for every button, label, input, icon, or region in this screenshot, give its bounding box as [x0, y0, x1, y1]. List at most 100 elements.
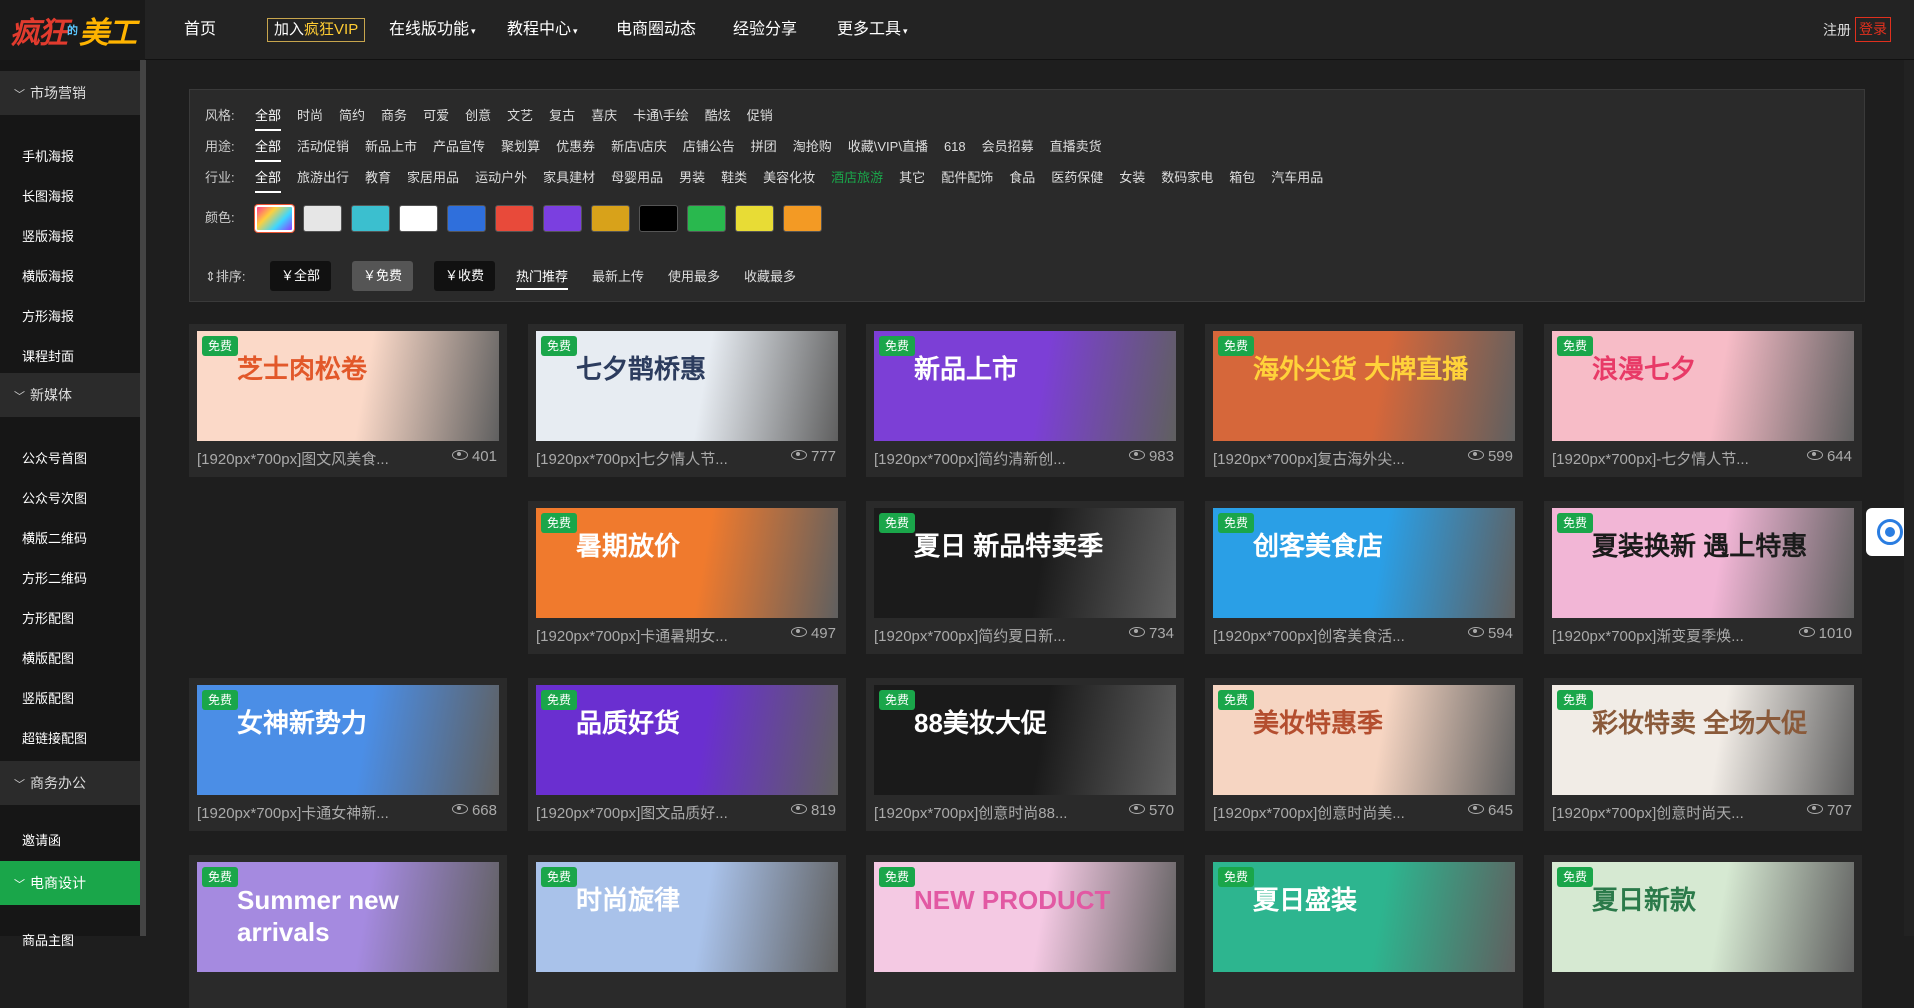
industry-option[interactable]: 食品 [1009, 168, 1035, 188]
color-swatch[interactable] [495, 205, 534, 232]
template-thumbnail[interactable]: 时尚旋律 免费 [536, 862, 838, 972]
template-title[interactable]: [1920px*700px]简约清新创... [874, 448, 1104, 469]
industry-option[interactable]: 数码家电 [1161, 168, 1213, 188]
template-card[interactable]: 夏装换新 遇上特惠 免费 [1920px*700px]渐变夏季焕... 1010 [1544, 501, 1862, 654]
usage-option[interactable]: 优惠券 [556, 137, 595, 157]
color-swatch[interactable] [735, 205, 774, 232]
sidebar-item[interactable]: 超链接配图 [22, 728, 87, 747]
template-title[interactable]: [1920px*700px]渐变夏季焕... [1552, 625, 1782, 646]
page-scrollbar[interactable] [1904, 60, 1914, 936]
price-filter-button[interactable]: ￥收费 [434, 261, 496, 291]
template-thumbnail[interactable]: 夏装换新 遇上特惠 免费 [1552, 508, 1854, 618]
template-card[interactable]: 浪漫七夕 免费 [1920px*700px]-七夕情人节... 644 [1544, 324, 1862, 477]
industry-option[interactable]: 酒店旅游 [831, 168, 883, 188]
style-option[interactable]: 文艺 [507, 106, 533, 126]
sort-tab[interactable]: 最新上传 [592, 266, 644, 285]
sidebar-item[interactable]: 竖版海报 [22, 226, 74, 245]
sort-tab[interactable]: 使用最多 [668, 266, 720, 285]
template-thumbnail[interactable]: 彩妆特卖 全场大促 免费 [1552, 685, 1854, 795]
template-title[interactable]: [1920px*700px]卡通暑期女... [536, 625, 766, 646]
usage-option[interactable]: 新店\店庆 [611, 137, 667, 157]
usage-option[interactable]: 产品宣传 [433, 137, 485, 157]
color-swatch[interactable] [639, 205, 678, 232]
industry-option[interactable]: 配件配饰 [941, 168, 993, 188]
industry-option[interactable]: 运动户外 [475, 168, 527, 188]
industry-option[interactable]: 家具建材 [543, 168, 595, 188]
template-title[interactable]: [1920px*700px]卡通女神新... [197, 802, 427, 823]
template-thumbnail[interactable]: 88美妆大促 免费 [874, 685, 1176, 795]
template-card[interactable]: 88美妆大促 免费 [1920px*700px]创意时尚88... 570 [866, 678, 1184, 831]
sidebar-item[interactable]: 课程封面 [22, 346, 74, 365]
template-title[interactable]: [1920px*700px]简约夏日新... [874, 625, 1104, 646]
sidebar-group-4[interactable]: ﹀ 电商设计 [0, 861, 140, 905]
usage-option[interactable]: 新品上市 [365, 137, 417, 157]
industry-option[interactable]: 全部 [255, 168, 282, 193]
style-option[interactable]: 可爱 [423, 106, 449, 126]
sidebar-item[interactable]: 方形二维码 [22, 568, 87, 587]
template-title[interactable]: [1920px*700px]创意时尚天... [1552, 802, 1782, 823]
nav-online-features[interactable]: 在线版功能 ▾ [389, 0, 476, 60]
register-link[interactable]: 注册 [1823, 20, 1851, 40]
sidebar-group-3[interactable]: ﹀ 商务办公 [0, 761, 140, 805]
template-card[interactable]: 夏日 新品特卖季 免费 [1920px*700px]简约夏日新... 734 [866, 501, 1184, 654]
color-swatch[interactable] [351, 205, 390, 232]
industry-option[interactable]: 教育 [365, 168, 391, 188]
join-vip-link[interactable]: 加入疯狂VIP [267, 18, 366, 42]
template-title[interactable]: [1920px*700px]创意时尚美... [1213, 802, 1443, 823]
sidebar-scrollbar[interactable] [140, 60, 146, 936]
template-thumbnail[interactable]: 暑期放价 免费 [536, 508, 838, 618]
template-thumbnail[interactable]: 创客美食店 免费 [1213, 508, 1515, 618]
template-title[interactable]: [1920px*700px]七夕情人节... [536, 448, 766, 469]
template-title[interactable]: [1920px*700px]创意时尚88... [874, 802, 1104, 823]
industry-option[interactable]: 鞋类 [721, 168, 747, 188]
sidebar-item[interactable]: 长图海报 [22, 186, 74, 205]
industry-option[interactable]: 母婴用品 [611, 168, 663, 188]
nav-more-tools[interactable]: 更多工具 ▾ [837, 0, 908, 60]
usage-option[interactable]: 全部 [255, 137, 282, 162]
usage-option[interactable]: 淘抢购 [793, 137, 832, 157]
style-option[interactable]: 喜庆 [591, 106, 617, 126]
template-card[interactable]: 创客美食店 免费 [1920px*700px]创客美食活... 594 [1205, 501, 1523, 654]
template-title[interactable]: [1920px*700px]创客美食活... [1213, 625, 1443, 646]
template-card[interactable]: 品质好货 免费 [1920px*700px]图文品质好... 819 [528, 678, 846, 831]
sidebar-item[interactable]: 方形配图 [22, 608, 74, 627]
style-option[interactable]: 酷炫 [705, 106, 731, 126]
template-thumbnail[interactable]: 新品上市 免费 [874, 331, 1176, 441]
template-card[interactable]: 彩妆特卖 全场大促 免费 [1920px*700px]创意时尚天... 707 [1544, 678, 1862, 831]
template-title[interactable]: [1920px*700px]复古海外尖... [1213, 448, 1443, 469]
sidebar-item[interactable]: 竖版配图 [22, 688, 74, 707]
sidebar-item[interactable]: 横版二维码 [22, 528, 87, 547]
sidebar-item[interactable]: 方形海报 [22, 306, 74, 325]
sidebar-item[interactable]: 公众号次图 [22, 488, 87, 507]
usage-option[interactable]: 拼团 [751, 137, 777, 157]
template-thumbnail[interactable]: Summer new arrivals 免费 [197, 862, 499, 972]
style-option[interactable]: 商务 [381, 106, 407, 126]
template-thumbnail[interactable]: 女神新势力 免费 [197, 685, 499, 795]
industry-option[interactable]: 汽车用品 [1271, 168, 1323, 188]
sidebar-item[interactable]: 公众号首图 [22, 448, 87, 467]
template-thumbnail[interactable]: 海外尖货 大牌直播 免费 [1213, 331, 1515, 441]
color-swatch[interactable] [447, 205, 486, 232]
template-card[interactable]: 芝士肉松卷 免费 [1920px*700px]图文风美食... 401 [189, 324, 507, 477]
nav-ecommerce-news[interactable]: 电商圈动态 [616, 0, 696, 60]
sort-tab[interactable]: 热门推荐 [516, 266, 569, 290]
industry-option[interactable]: 旅游出行 [297, 168, 349, 188]
sort-tab[interactable]: 收藏最多 [744, 266, 796, 285]
usage-option[interactable]: 店铺公告 [683, 137, 735, 157]
template-thumbnail[interactable]: 品质好货 免费 [536, 685, 838, 795]
color-swatch[interactable] [255, 205, 294, 232]
template-thumbnail[interactable]: 芝士肉松卷 免费 [197, 331, 499, 441]
style-option[interactable]: 促销 [747, 106, 773, 126]
usage-option[interactable]: 活动促销 [297, 137, 349, 157]
template-card[interactable]: 新品上市 免费 [1920px*700px]简约清新创... 983 [866, 324, 1184, 477]
usage-option[interactable]: 直播卖货 [1050, 137, 1102, 157]
template-card[interactable]: 七夕鹊桥惠 免费 [1920px*700px]七夕情人节... 777 [528, 324, 846, 477]
site-logo[interactable]: 疯狂 的 美工 [0, 0, 145, 60]
industry-option[interactable]: 其它 [899, 168, 925, 188]
template-card[interactable]: 夏日新款 免费 [1544, 855, 1862, 1008]
template-card[interactable]: Summer new arrivals 免费 [189, 855, 507, 1008]
template-thumbnail[interactable]: NEW PRODUCT 免费 [874, 862, 1176, 972]
template-card[interactable]: 时尚旋律 免费 [528, 855, 846, 1008]
template-card[interactable]: 夏日盛装 免费 [1205, 855, 1523, 1008]
color-swatch[interactable] [543, 205, 582, 232]
